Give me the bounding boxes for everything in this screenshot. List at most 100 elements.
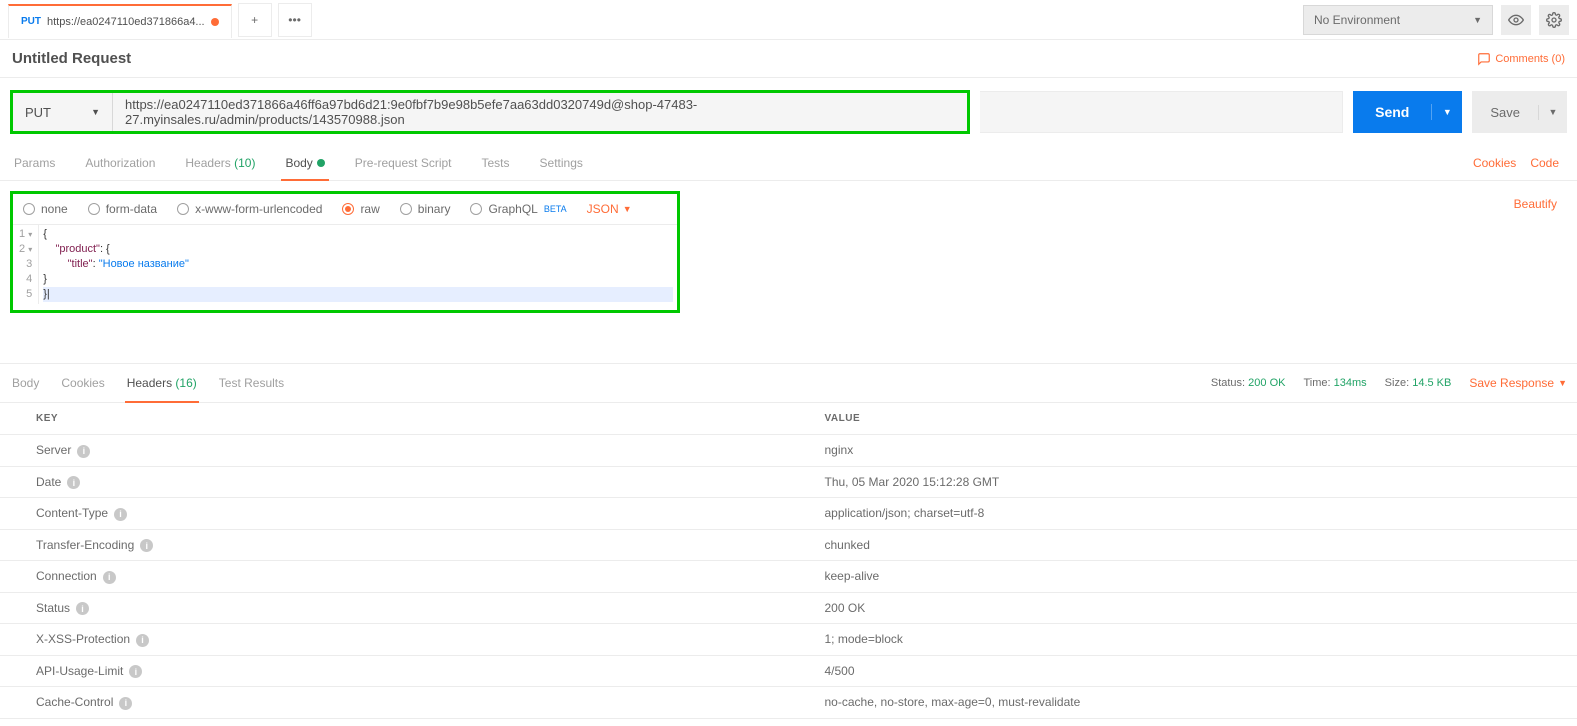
body-editor[interactable]: 1 ▾2 ▾345 { "product": { "title": "Новое…	[13, 225, 677, 304]
radio-icon	[23, 203, 35, 215]
chevron-down-icon: ▼	[1443, 107, 1452, 117]
size-meta: Size: 14.5 KB	[1385, 377, 1452, 389]
table-row: Statusi200 OK	[0, 592, 1577, 624]
header-key: Serveri	[0, 435, 789, 467]
header-key: Statusi	[0, 592, 789, 624]
new-tab-button[interactable]: +	[238, 3, 272, 37]
radio-formdata[interactable]: form-data	[88, 202, 157, 216]
beautify-button[interactable]: Beautify	[1514, 197, 1557, 211]
send-label: Send	[1353, 104, 1432, 120]
comment-icon	[1477, 52, 1491, 66]
body-indicator-icon	[317, 159, 325, 167]
code-link[interactable]: Code	[1530, 156, 1559, 170]
info-icon: i	[77, 445, 90, 458]
comments-label: Comments (0)	[1495, 53, 1565, 65]
tab-authorization[interactable]: Authorization	[81, 146, 159, 180]
radio-icon	[88, 203, 100, 215]
col-value: VALUE	[789, 403, 1577, 435]
request-title[interactable]: Untitled Request	[12, 50, 131, 67]
resp-tab-body[interactable]: Body	[10, 364, 41, 402]
header-value: application/json; charset=utf-8	[789, 498, 1577, 530]
radio-none[interactable]: none	[23, 202, 68, 216]
header-value: nginx	[789, 435, 1577, 467]
info-icon: i	[67, 476, 80, 489]
header-key: Transfer-Encodingi	[0, 529, 789, 561]
body-type-selector[interactable]: JSON▼	[587, 202, 632, 216]
tab-body[interactable]: Body	[281, 146, 328, 180]
info-icon: i	[140, 539, 153, 552]
unsaved-dot-icon	[211, 18, 219, 26]
tab-params[interactable]: Params	[10, 146, 59, 180]
radio-icon	[177, 203, 189, 215]
info-icon: i	[103, 571, 116, 584]
table-row: Content-Typeiapplication/json; charset=u…	[0, 498, 1577, 530]
table-row: Connectionikeep-alive	[0, 561, 1577, 593]
chevron-down-icon: ▼	[1558, 378, 1567, 388]
cookies-link[interactable]: Cookies	[1473, 156, 1516, 170]
environment-preview-button[interactable]	[1501, 5, 1531, 35]
table-row: X-XSS-Protectioni1; mode=block	[0, 624, 1577, 656]
table-row: Cache-Controlino-cache, no-store, max-ag…	[0, 687, 1577, 719]
header-value: no-cache, no-store, max-age=0, must-reva…	[789, 687, 1577, 719]
resp-tab-tests[interactable]: Test Results	[217, 364, 286, 402]
radio-binary[interactable]: binary	[400, 202, 451, 216]
header-key: Content-Typei	[0, 498, 789, 530]
chevron-down-icon: ▼	[1473, 15, 1482, 25]
save-dropdown[interactable]: ▼	[1539, 107, 1567, 117]
gear-icon	[1546, 12, 1562, 28]
radio-icon	[342, 203, 354, 215]
table-row: Transfer-Encodingichunked	[0, 529, 1577, 561]
save-response-button[interactable]: Save Response▼	[1469, 376, 1567, 390]
header-key: X-XSS-Protectioni	[0, 624, 789, 656]
header-value: keep-alive	[789, 561, 1577, 593]
info-icon: i	[119, 697, 132, 710]
info-icon: i	[136, 634, 149, 647]
header-key: Connectioni	[0, 561, 789, 593]
eye-icon	[1508, 12, 1524, 28]
chevron-down-icon: ▼	[91, 107, 100, 117]
tab-settings[interactable]: Settings	[536, 146, 587, 180]
environment-selector[interactable]: No Environment ▼	[1303, 5, 1493, 35]
response-headers-table: KEY VALUE ServeringinxDateiThu, 05 Mar 2…	[0, 403, 1577, 719]
url-input[interactable]: https://ea0247110ed371866a46ff6a97bd6d21…	[113, 93, 967, 131]
environment-label: No Environment	[1314, 13, 1400, 27]
resp-tab-cookies[interactable]: Cookies	[59, 364, 106, 402]
save-button[interactable]: Save ▼	[1472, 91, 1567, 133]
comments-button[interactable]: Comments (0)	[1477, 52, 1565, 66]
editor-content[interactable]: { "product": { "title": "Новое название"…	[39, 225, 677, 304]
tab-headers[interactable]: Headers (10)	[181, 146, 259, 180]
radio-graphql[interactable]: GraphQLBETA	[470, 202, 566, 216]
header-value: chunked	[789, 529, 1577, 561]
radio-raw[interactable]: raw	[342, 202, 379, 216]
tab-prerequest[interactable]: Pre-request Script	[351, 146, 456, 180]
time-meta: Time: 134ms	[1303, 377, 1366, 389]
method-selector[interactable]: PUT ▼	[13, 93, 113, 131]
header-key: API-Usage-Limiti	[0, 655, 789, 687]
chevron-down-icon: ▼	[1549, 107, 1558, 117]
info-icon: i	[129, 665, 142, 678]
radio-xwww[interactable]: x-www-form-urlencoded	[177, 202, 322, 216]
method-value: PUT	[25, 105, 51, 120]
send-dropdown[interactable]: ▼	[1432, 107, 1462, 117]
tab-method: PUT	[21, 16, 41, 27]
request-tab[interactable]: PUT https://ea0247110ed371866a4...	[8, 4, 232, 38]
send-button[interactable]: Send ▼	[1353, 91, 1462, 133]
url-input-extension[interactable]	[980, 91, 1343, 133]
info-icon: i	[114, 508, 127, 521]
header-value: Thu, 05 Mar 2020 15:12:28 GMT	[789, 466, 1577, 498]
table-row: Serveringinx	[0, 435, 1577, 467]
settings-button[interactable]	[1539, 5, 1569, 35]
header-value: 200 OK	[789, 592, 1577, 624]
header-key: Cache-Controli	[0, 687, 789, 719]
editor-gutter: 1 ▾2 ▾345	[13, 225, 39, 304]
tab-tests[interactable]: Tests	[478, 146, 514, 180]
table-row: DateiThu, 05 Mar 2020 15:12:28 GMT	[0, 466, 1577, 498]
chevron-down-icon: ▼	[623, 204, 632, 214]
header-value: 4/500	[789, 655, 1577, 687]
tab-title: https://ea0247110ed371866a4...	[47, 16, 205, 28]
resp-tab-headers[interactable]: Headers (16)	[125, 364, 199, 402]
status-meta: Status: 200 OK	[1211, 377, 1286, 389]
header-key: Datei	[0, 466, 789, 498]
tab-options-button[interactable]: •••	[278, 3, 312, 37]
info-icon: i	[76, 602, 89, 615]
